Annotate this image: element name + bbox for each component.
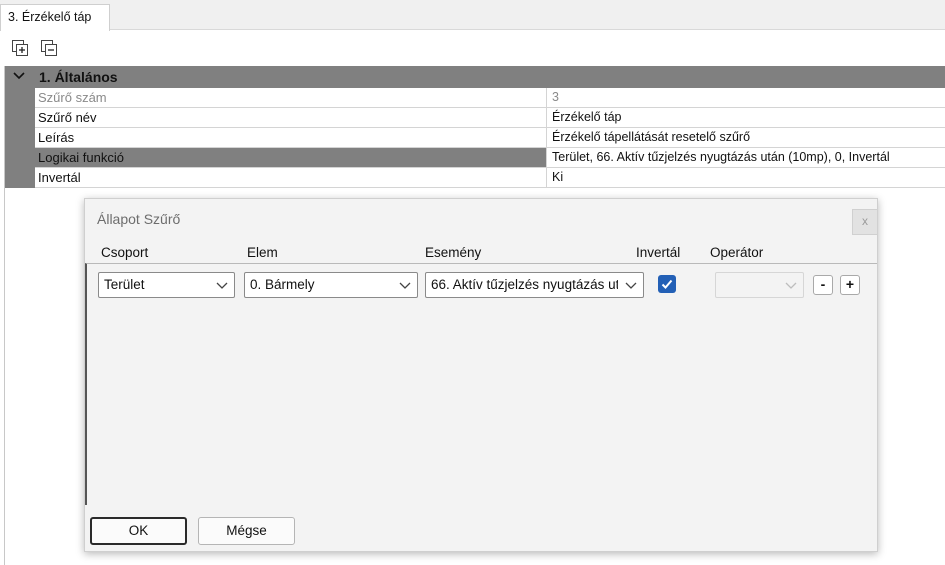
filter-rows-area bbox=[85, 263, 877, 505]
remove-row-button[interactable]: - bbox=[813, 275, 833, 295]
property-row-filter-name[interactable]: Szűrő név Érzékelő táp bbox=[5, 108, 945, 128]
cancel-button[interactable]: Mégse bbox=[198, 517, 295, 545]
close-button[interactable]: x bbox=[852, 209, 878, 235]
column-header-element: Elem bbox=[247, 245, 278, 260]
invert-checkbox[interactable] bbox=[658, 275, 676, 293]
tab-bar: 3. Érzékelő táp bbox=[0, 0, 945, 31]
toolbar bbox=[0, 31, 945, 65]
property-name: Leírás bbox=[35, 128, 547, 148]
column-header-group: Csoport bbox=[101, 245, 149, 260]
chevron-down-icon bbox=[625, 282, 637, 289]
tab-label: 3. Érzékelő táp bbox=[8, 10, 92, 24]
property-value: 3 bbox=[547, 88, 945, 108]
element-select-value: 0. Bármely bbox=[250, 277, 315, 292]
column-header-event: Esemény bbox=[425, 245, 482, 260]
chevron-down-icon[interactable] bbox=[12, 68, 26, 84]
add-row-button[interactable]: + bbox=[840, 275, 860, 295]
chevron-down-icon bbox=[399, 282, 411, 289]
chevron-down-icon bbox=[216, 282, 228, 289]
category-general[interactable]: 1. Általános bbox=[5, 66, 945, 88]
property-name: Invertál bbox=[35, 168, 547, 188]
property-name: Szűrő szám bbox=[35, 88, 547, 108]
chevron-down-icon bbox=[785, 282, 797, 289]
property-value[interactable]: Érzékelő táp bbox=[547, 108, 945, 128]
event-select[interactable]: 66. Aktív tűzjelzés nyugtázás után (10mp… bbox=[425, 272, 644, 298]
property-row-description[interactable]: Leírás Érzékelő tápellátását resetelő sz… bbox=[5, 128, 945, 148]
ok-button[interactable]: OK bbox=[90, 517, 187, 545]
grid-border bbox=[4, 188, 5, 565]
property-row-filter-number[interactable]: Szűrő szám 3 bbox=[5, 88, 945, 108]
category-label: 1. Általános bbox=[39, 69, 118, 85]
collapse-all-icon[interactable] bbox=[40, 39, 58, 57]
property-value[interactable]: Érzékelő tápellátását resetelő szűrő bbox=[547, 128, 945, 148]
group-select[interactable]: Terület bbox=[98, 272, 235, 298]
property-value[interactable]: Ki bbox=[547, 168, 945, 188]
element-select[interactable]: 0. Bármely bbox=[244, 272, 418, 298]
state-filter-dialog: Állapot Szűrő x Csoport Elem Esemény Inv… bbox=[84, 198, 878, 552]
checkmark-icon bbox=[661, 279, 673, 289]
column-header-operator: Operátor bbox=[710, 245, 764, 260]
property-grid: 1. Általános Szűrő szám 3 Szűrő név Érzé… bbox=[4, 66, 945, 188]
property-row-logic-function[interactable]: Logikai funkció Terület, 66. Aktív tűzje… bbox=[5, 148, 945, 168]
tab-erzekelo-tap[interactable]: 3. Érzékelő táp bbox=[0, 4, 110, 31]
group-select-value: Terület bbox=[104, 277, 145, 292]
dialog-title: Állapot Szűrő bbox=[97, 211, 181, 227]
column-header-invert: Invertál bbox=[636, 245, 681, 260]
operator-select[interactable] bbox=[715, 272, 804, 298]
expand-all-icon[interactable] bbox=[11, 39, 29, 57]
property-value[interactable]: Terület, 66. Aktív tűzjelzés nyugtázás u… bbox=[547, 148, 945, 168]
property-name: Szűrő név bbox=[35, 108, 547, 128]
property-row-invert[interactable]: Invertál Ki bbox=[5, 168, 945, 188]
property-name: Logikai funkció bbox=[35, 148, 547, 168]
event-select-value: 66. Aktív tűzjelzés nyugtázás után (10mp… bbox=[431, 277, 618, 292]
